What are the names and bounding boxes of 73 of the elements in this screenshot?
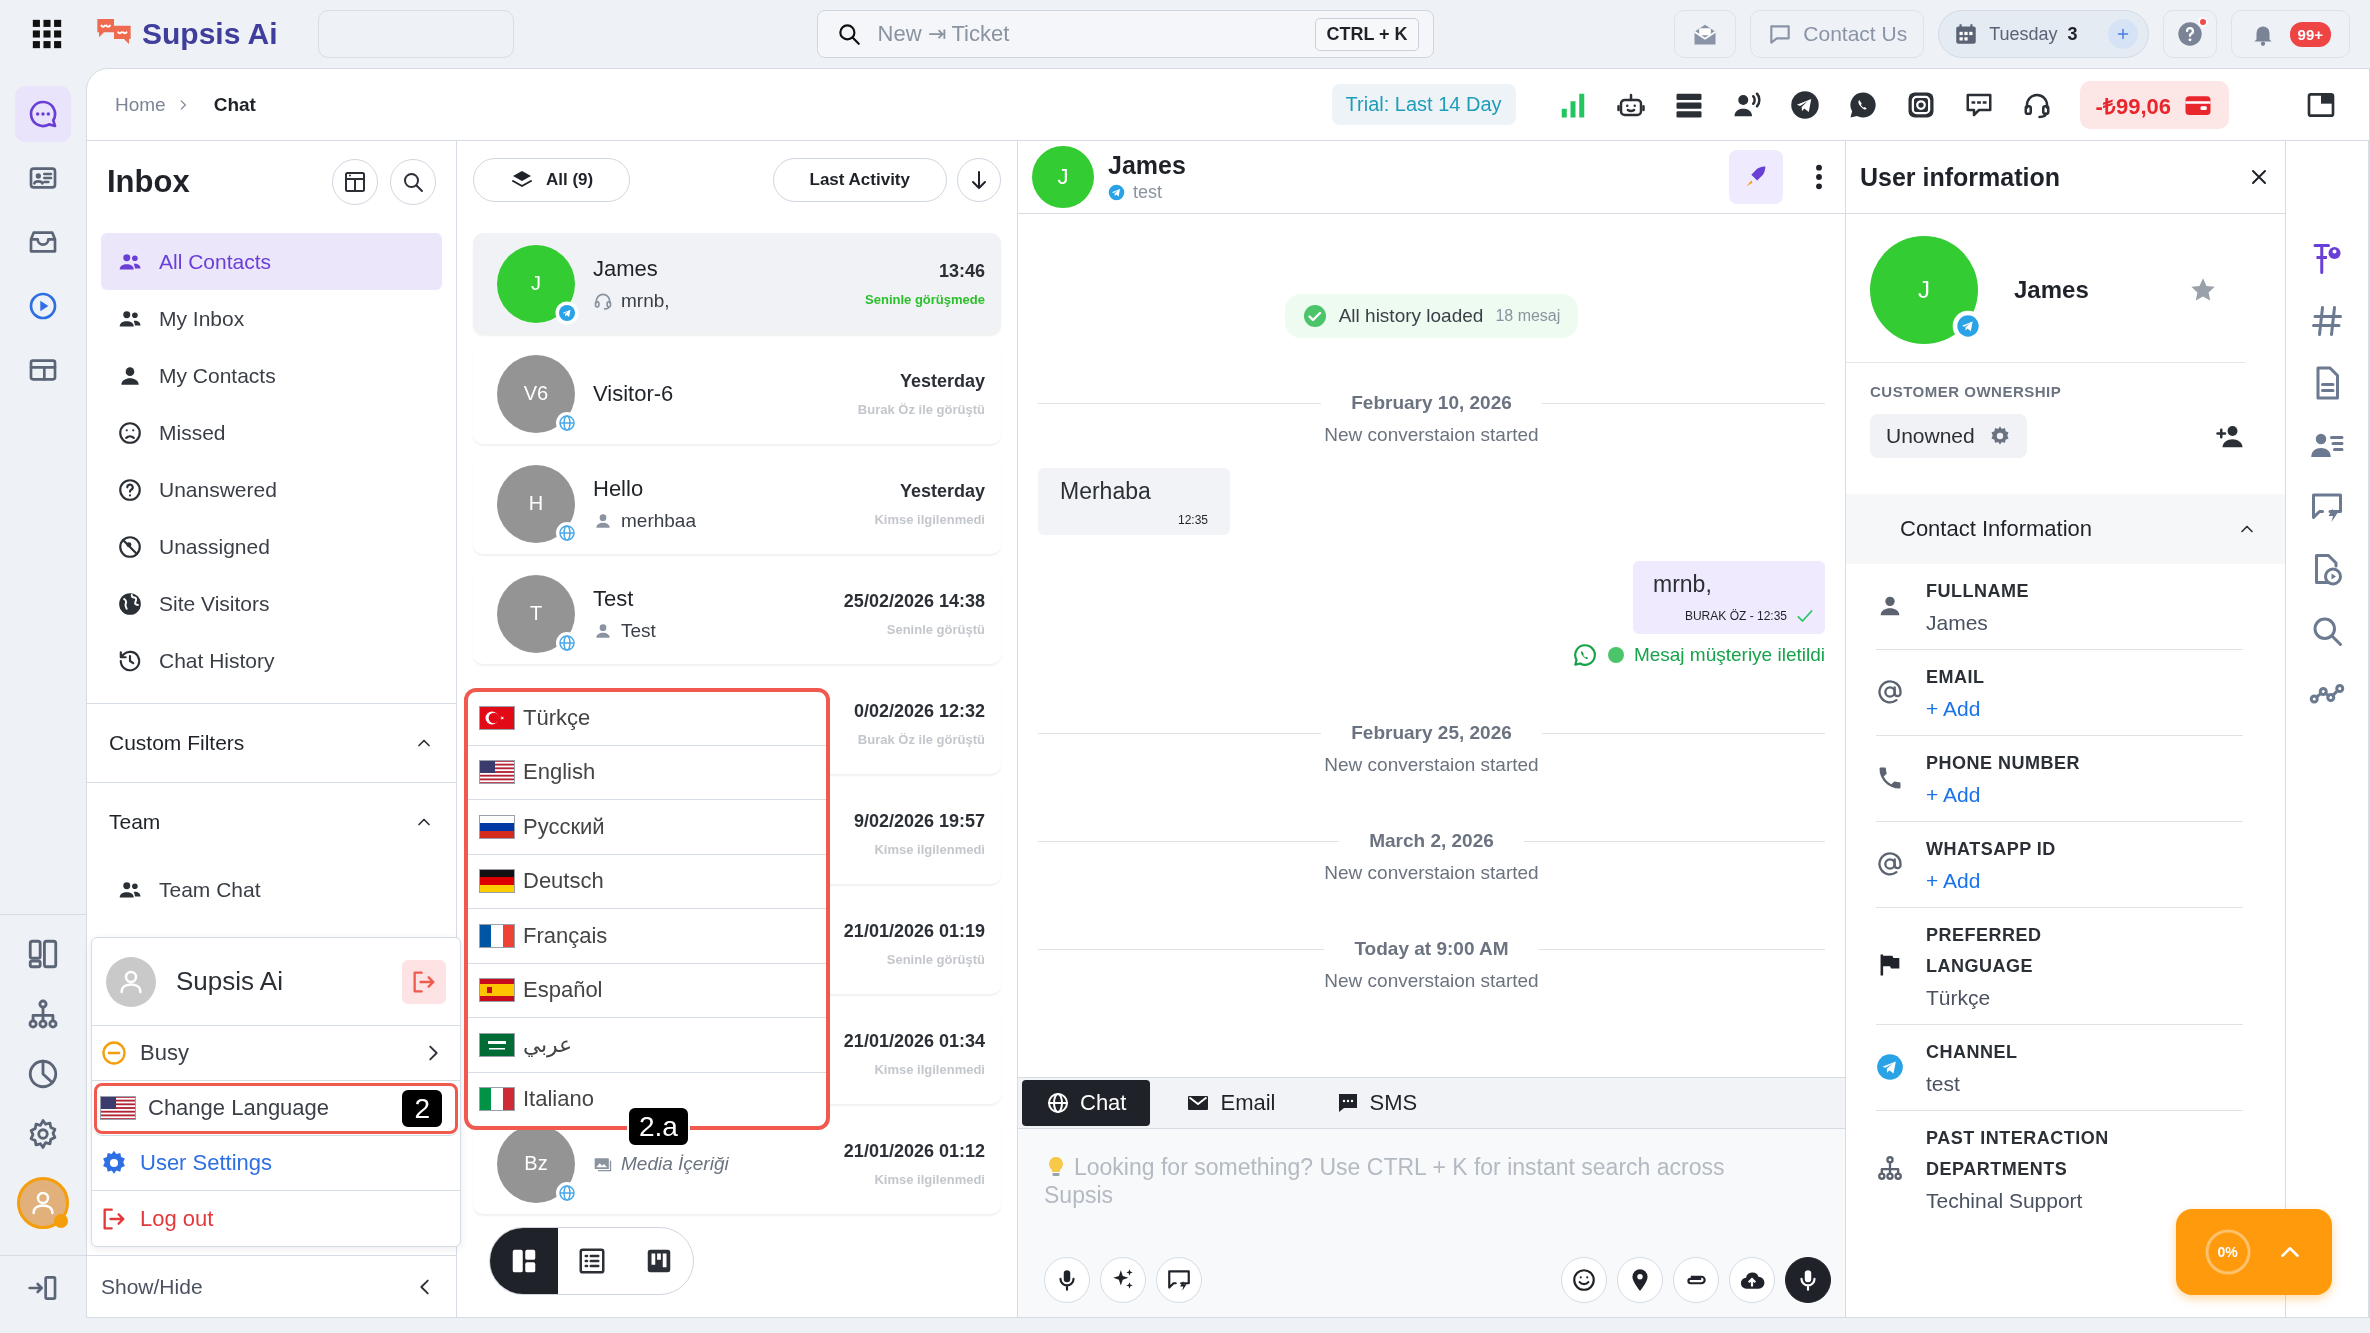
contact-time: 21/01/2026 01:34 <box>843 1030 985 1052</box>
message-count: 18 mesaj <box>1495 307 1561 325</box>
contact-status: Seninle görüştü <box>886 951 985 967</box>
conversation-note: New converstaion started <box>1324 970 1539 992</box>
channel-label: test <box>1133 182 1162 203</box>
field-label: FULLNAME <box>1926 580 2029 603</box>
field-value: test <box>1926 1072 1961 1096</box>
trial-badge: Trial: Last 14 Day <box>1331 84 1516 125</box>
date-divider: February 25, 2026 <box>1038 722 1825 744</box>
date-divider: February 10, 2026 <box>1038 392 1825 414</box>
field-value: Türkçe <box>1926 986 1992 1010</box>
contact-name: James <box>593 255 659 282</box>
contact-status: Kimse ilgilenmedi <box>874 511 985 527</box>
message-time: 12:35 <box>1177 513 1208 527</box>
contact-status: Seninle görüşmede <box>865 291 985 307</box>
contact-status: Kimse ilgilenmedi <box>874 1171 985 1187</box>
user-name: Supsis Ai <box>176 966 284 997</box>
avatar: J <box>1032 146 1094 208</box>
message-preview: Media İçeriği <box>621 1152 729 1175</box>
conversation-note: New converstaion started <box>1324 862 1539 884</box>
message-text: mrnb, <box>1653 571 1713 598</box>
contact-name: Hello <box>593 475 645 502</box>
contact-time: 13:46 <box>938 260 985 282</box>
contact-status: Burak Öz ile görüştü <box>857 401 985 417</box>
progress-reading: 0% <box>2217 1244 2238 1260</box>
field-label: PAST INTERACTION DEPARTMENTS <box>1926 1127 2110 1181</box>
history-text: All history loaded <box>1338 305 1484 327</box>
message-text: Merhaba <box>1060 478 1152 505</box>
contact-time: Yesterday <box>899 480 985 502</box>
callout-badge: 2 <box>400 1087 444 1129</box>
message-preview: merhbaa <box>621 509 696 532</box>
contact-status: Seninle görüştü <box>886 621 985 637</box>
avatar: V6 <box>497 354 575 433</box>
contact-time: 0/02/2026 12:32 <box>853 700 985 722</box>
conversation-note: New converstaion started <box>1324 424 1539 446</box>
delivery-status: Mesaj müşteriye iletildi <box>1633 644 1825 666</box>
field-label: PREFERRED LANGUAGE <box>1926 924 2043 978</box>
callout-badge: 2.a <box>627 1106 690 1147</box>
message-meta: BURAK ÖZ - 12:35 <box>1684 609 1787 623</box>
breadcrumb-current: Chat <box>213 93 256 116</box>
day-number: 3 <box>2067 23 2078 45</box>
date-divider: March 2, 2026 <box>1038 830 1825 852</box>
avatar: H <box>497 464 575 543</box>
message-preview: mrnb, <box>621 289 670 312</box>
ownership-label: CUSTOMER OWNERSHIP <box>1870 383 2063 400</box>
shortcut-key: CTRL + K <box>1315 17 1419 51</box>
field-value: James <box>1926 611 1989 635</box>
contact-status: Kimse ilgilenmedi <box>874 841 985 857</box>
contact-name: Test <box>593 585 635 612</box>
field-label: EMAIL <box>1926 666 1985 689</box>
notification-badge: 99+ <box>2289 21 2331 47</box>
date-divider: Today at 9:00 AM <box>1038 938 1825 960</box>
contact-status: Burak Öz ile görüştü <box>857 731 985 747</box>
message-preview: Test <box>621 619 656 642</box>
contact-name: James <box>2014 276 2090 304</box>
contact-time: 21/01/2026 01:19 <box>843 920 985 942</box>
field-label: PHONE NUMBER <box>1926 752 2080 775</box>
field-label: CHANNEL <box>1926 1041 2018 1064</box>
avatar: T <box>497 574 575 653</box>
contact-status: Kimse ilgilenmedi <box>874 1061 985 1077</box>
panel-title: Inbox <box>107 164 191 200</box>
brand-name: Supsis Ai <box>142 17 278 51</box>
contact-time: 25/02/2026 14:38 <box>843 590 985 612</box>
contact-name: Visitor-6 <box>593 380 675 407</box>
contact-time: Yesterday <box>899 370 985 392</box>
day-label: Tuesday <box>1989 23 2058 45</box>
panel-title: User information <box>1860 162 2061 192</box>
contact-time: 21/01/2026 01:12 <box>843 1140 985 1162</box>
contact-name: James <box>1108 151 1186 180</box>
field-value: Techinal Support <box>1926 1189 2084 1213</box>
field-label: WHATSAPP ID <box>1926 838 2056 861</box>
conversation-note: New converstaion started <box>1324 754 1539 776</box>
contact-time: 9/02/2026 19:57 <box>853 810 985 832</box>
